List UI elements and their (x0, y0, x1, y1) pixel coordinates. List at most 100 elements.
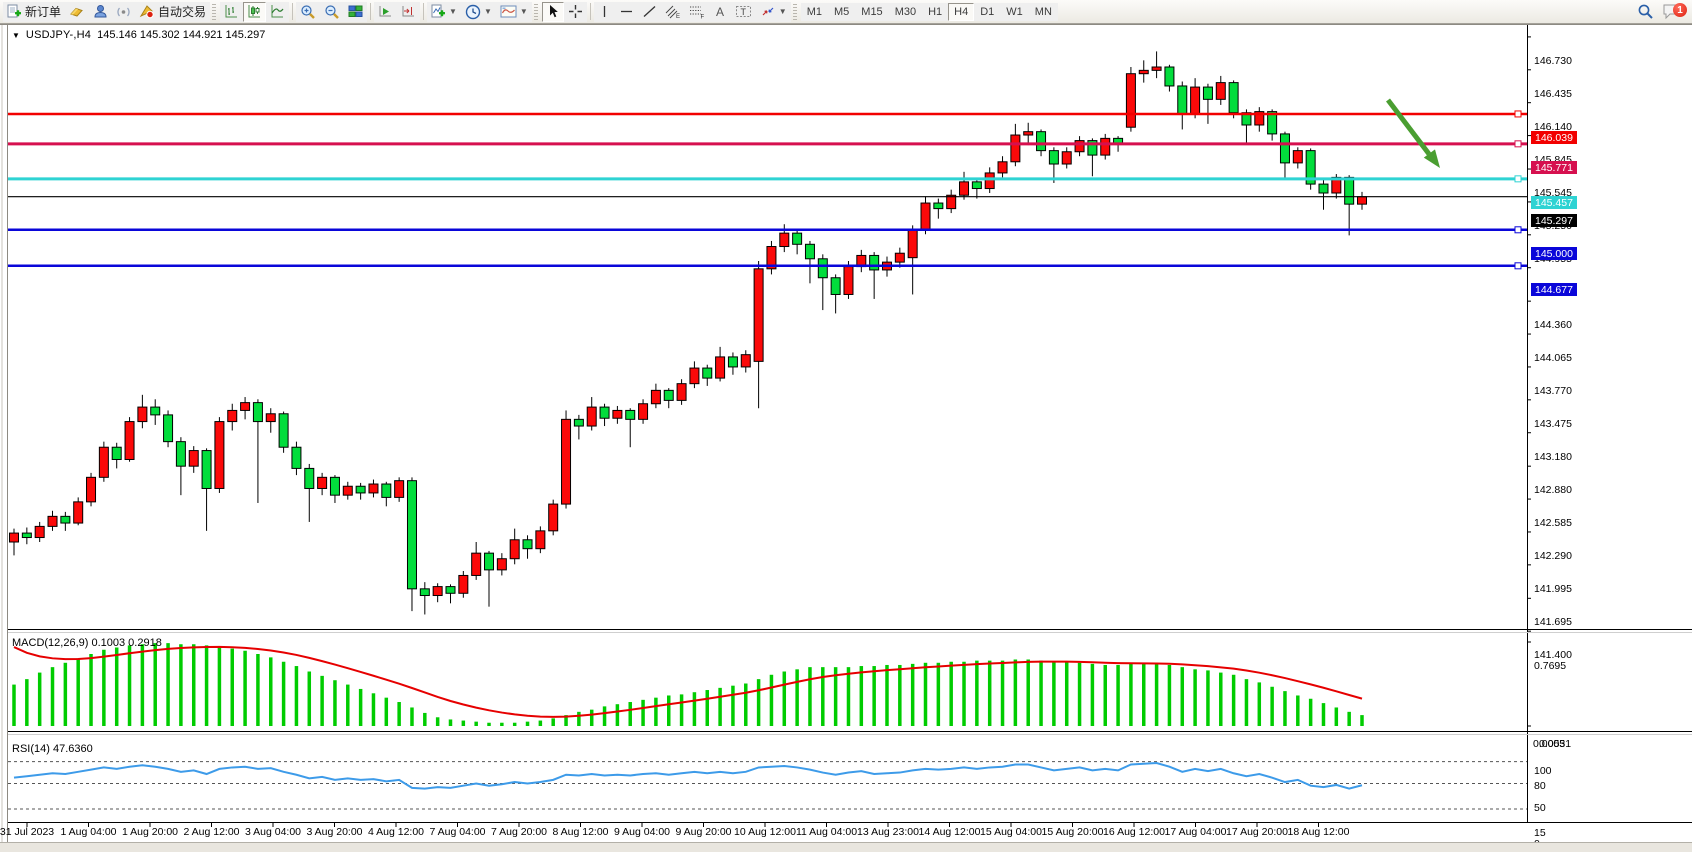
arrows-dropdown-caret: ▼ (779, 8, 787, 16)
vertical-line-icon (598, 4, 611, 19)
price-line-handle[interactable] (1515, 141, 1521, 147)
line-chart-icon (270, 4, 285, 19)
cursor-button[interactable] (542, 2, 564, 22)
templates-button[interactable]: ▼ (496, 2, 532, 22)
price-line-handle[interactable] (1515, 263, 1521, 269)
candle (1216, 76, 1225, 105)
timeframe-h4[interactable]: H4 (948, 3, 974, 21)
community-button[interactable] (89, 2, 112, 22)
timeframe-m5[interactable]: M5 (828, 3, 855, 21)
svg-text:T: T (740, 7, 746, 17)
new-order-button[interactable]: 新订单 (3, 2, 65, 22)
timeframe-mn[interactable]: MN (1029, 3, 1058, 21)
timeframe-m15[interactable]: M15 (855, 3, 888, 21)
deposit-button[interactable] (65, 2, 89, 22)
toolbar-grip (212, 4, 216, 20)
auto-trading-label: 自动交易 (158, 3, 206, 20)
timeframe-h1[interactable]: H1 (922, 3, 948, 21)
fibonacci-button[interactable]: F (685, 2, 709, 22)
mt4-terminal: 新订单 自动交易 (0, 0, 1692, 852)
price-line-label: 145.000 (1531, 247, 1577, 260)
current-price-label: 145.297 (1531, 214, 1577, 227)
arrows-button[interactable]: ▼ (756, 2, 791, 22)
candle (1126, 67, 1135, 132)
auto-trading-button[interactable]: 自动交易 (135, 2, 210, 22)
candle (1191, 78, 1200, 118)
signals-button[interactable] (112, 2, 135, 22)
equidistant-channel-button[interactable]: E (661, 2, 685, 22)
notification-badge: 1 (1673, 3, 1687, 17)
zoom-in-button[interactable] (296, 2, 320, 22)
candle (651, 384, 660, 409)
candle (716, 347, 725, 382)
chart-plot[interactable] (0, 24, 1692, 852)
horizontal-line-button[interactable] (615, 2, 638, 22)
periods-dropdown-caret: ▼ (484, 8, 492, 16)
chat-icon[interactable]: 1 (1662, 3, 1680, 20)
price-line-label: 144.677 (1531, 283, 1577, 296)
candle (960, 172, 969, 200)
line-chart-button[interactable] (266, 2, 289, 22)
price-tick-label: 142.880 (1534, 484, 1572, 496)
price-line-handle[interactable] (1515, 227, 1521, 233)
candle (574, 415, 583, 440)
text-button[interactable]: A (709, 2, 731, 22)
chart-window[interactable]: ▼ USDJPY-,H4 145.146 145.302 144.921 145… (0, 24, 1692, 852)
chart-shift-button[interactable] (397, 2, 420, 22)
templates-dropdown-caret: ▼ (520, 8, 528, 16)
search-icon[interactable] (1637, 3, 1654, 20)
candle (305, 464, 314, 522)
candle (626, 408, 635, 447)
signal-icon (116, 4, 131, 19)
candle (330, 475, 339, 503)
price-tick-label: 142.585 (1534, 517, 1572, 529)
candle-chart-button[interactable] (243, 2, 266, 22)
rsi-label: RSI(14) 47.6360 (12, 743, 93, 755)
crosshair-icon (568, 4, 583, 19)
bar-chart-icon (224, 4, 239, 19)
toolbar-right: 1 (1637, 0, 1686, 23)
periods-button[interactable]: ▼ (461, 2, 496, 22)
timeframe-m1[interactable]: M1 (801, 3, 828, 21)
bar-chart-button[interactable] (220, 2, 243, 22)
date-label: 11 Aug 04:00 (796, 826, 857, 838)
candle (35, 522, 44, 542)
trendline-button[interactable] (638, 2, 661, 22)
rsi-axis-label: 50 (1534, 802, 1546, 814)
text-label-button[interactable]: T (731, 2, 756, 22)
candle (164, 410, 173, 447)
candle (1139, 60, 1148, 82)
date-label: 17 Aug 04:00 (1165, 826, 1227, 838)
macd-scale-max: 0.7695 (1534, 660, 1566, 672)
candle (472, 542, 481, 580)
zoom-out-button[interactable] (320, 2, 344, 22)
indicators-button[interactable]: ▼ (427, 2, 461, 22)
crosshair-button[interactable] (564, 2, 587, 22)
auto-scroll-button[interactable] (374, 2, 397, 22)
date-label: 15 Aug 04:00 (980, 826, 1042, 838)
candle (857, 250, 866, 272)
date-label: 8 Aug 12:00 (552, 826, 608, 838)
date-label: 15 Aug 20:00 (1042, 826, 1104, 838)
candle (639, 399, 648, 424)
horizontal-line-icon (619, 5, 634, 18)
trend-arrow-annotation[interactable] (1388, 100, 1429, 154)
candle (1152, 51, 1161, 78)
price-tick-label: 143.770 (1534, 385, 1572, 397)
toolbar-separator (590, 3, 591, 20)
candle (664, 388, 673, 408)
indicators-icon (431, 4, 446, 19)
tile-windows-button[interactable] (344, 2, 367, 22)
candle (382, 482, 391, 507)
vertical-line-button[interactable] (594, 2, 615, 22)
timeframe-m30[interactable]: M30 (889, 3, 922, 21)
price-line-handle[interactable] (1515, 176, 1521, 182)
timeframe-d1[interactable]: D1 (974, 3, 1000, 21)
timeframe-w1[interactable]: W1 (1000, 3, 1029, 21)
candle (549, 500, 558, 536)
candle (125, 417, 134, 462)
window-bottom-strip (0, 842, 1692, 852)
price-tick-label: 144.360 (1534, 319, 1572, 331)
price-line-handle[interactable] (1515, 111, 1521, 117)
candle (870, 252, 879, 299)
